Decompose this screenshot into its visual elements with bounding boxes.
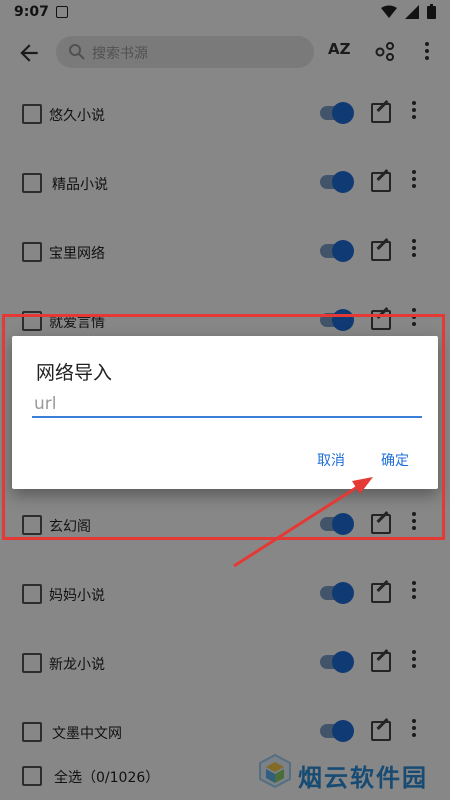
annotation-arrow: [233, 477, 373, 568]
